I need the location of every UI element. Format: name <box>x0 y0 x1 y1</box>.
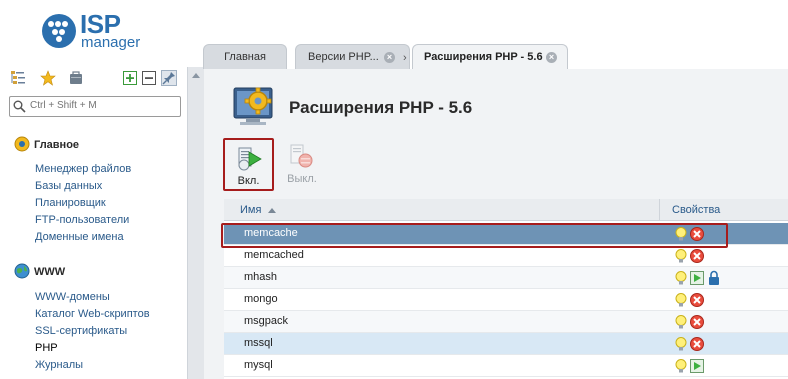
tab-php-versions[interactable]: Версии PHP... × <box>295 44 410 69</box>
disable-button-label: Выкл. <box>287 173 317 185</box>
column-divider[interactable] <box>659 199 660 220</box>
ispmanager-logo[interactable]: ISP manager <box>41 11 161 55</box>
tab-label: Версии PHP... <box>308 51 379 63</box>
home-group-icon <box>14 136 30 152</box>
search-icon <box>13 100 26 113</box>
sidebar-item-php[interactable]: PHP <box>35 342 58 354</box>
extension-name: mssql <box>244 337 273 349</box>
page-title: Расширения PHP - 5.6 <box>289 98 473 117</box>
sidebar-toolbar <box>10 70 185 88</box>
bulb-icon <box>675 293 687 307</box>
tab-label: Главная <box>224 51 266 63</box>
nav-group-main[interactable]: Главное <box>34 139 79 151</box>
disabled-icon <box>690 249 704 263</box>
sidebar-item-file-manager[interactable]: Менеджер файлов <box>35 163 131 175</box>
disabled-icon <box>690 227 704 241</box>
bulb-icon <box>675 227 687 241</box>
briefcase-icon[interactable] <box>68 70 84 86</box>
star-icon[interactable] <box>40 70 56 86</box>
sidebar: ISP manager Ctrl + Shift + M Главное Мен… <box>0 0 187 379</box>
close-icon[interactable]: × <box>546 52 557 63</box>
disable-button[interactable]: Выкл. <box>280 141 324 189</box>
tab-home[interactable]: Главная <box>203 44 287 69</box>
sidebar-item-ftp-users[interactable]: FTP-пользователи <box>35 214 129 226</box>
extensions-table: Имя Свойства memcache memcached mhash mo… <box>224 199 788 379</box>
search-input[interactable] <box>30 98 175 113</box>
sidebar-item-ssl-certificates[interactable]: SSL-сертификаты <box>35 325 127 337</box>
table-row[interactable]: mssql <box>224 333 788 355</box>
extension-name: mysql <box>244 359 273 371</box>
table-row[interactable]: memcache <box>224 223 788 245</box>
disable-icon <box>290 144 313 168</box>
bulb-icon <box>675 359 687 373</box>
bulb-icon <box>675 315 687 329</box>
nav-group-www[interactable]: WWW <box>34 266 65 278</box>
sort-ascending-icon[interactable] <box>268 208 276 213</box>
bulb-icon <box>675 249 687 263</box>
tree-view-icon[interactable] <box>10 70 26 86</box>
collapse-all-icon[interactable] <box>141 70 157 86</box>
table-row[interactable]: mongo <box>224 289 788 311</box>
column-header-properties[interactable]: Свойства <box>672 199 720 220</box>
column-header-name[interactable]: Имя <box>240 199 261 220</box>
search-box[interactable] <box>9 96 181 117</box>
table-row[interactable]: memcached <box>224 245 788 267</box>
sidebar-item-logs[interactable]: Журналы <box>35 359 83 371</box>
sidebar-splitter[interactable] <box>187 67 205 379</box>
extension-name: memcache <box>244 227 298 239</box>
disabled-icon <box>690 337 704 351</box>
table-row[interactable]: mysql <box>224 355 788 377</box>
extension-name: msgpack <box>244 315 289 327</box>
pin-icon[interactable] <box>161 70 177 86</box>
logo-icon <box>42 14 76 48</box>
tab-bar: Главная Версии PHP... × › Расширения PHP… <box>203 44 788 69</box>
chevron-right-icon: › <box>403 52 407 64</box>
enable-button[interactable]: Вкл. <box>223 138 274 191</box>
disabled-icon <box>690 315 704 329</box>
enable-button-label: Вкл. <box>237 175 260 187</box>
extension-name: memcached <box>244 249 304 261</box>
enable-icon <box>238 147 262 171</box>
collapse-arrow-icon[interactable] <box>192 73 200 78</box>
logo-product: manager <box>81 34 141 51</box>
bulb-icon <box>675 337 687 351</box>
table-row[interactable]: msgpack <box>224 311 788 333</box>
disabled-icon <box>690 293 704 307</box>
lock-icon <box>709 270 719 285</box>
sidebar-item-databases[interactable]: Базы данных <box>35 180 102 192</box>
tab-label: Расширения PHP - 5.6 <box>424 51 543 63</box>
sidebar-item-www-domains[interactable]: WWW-домены <box>35 291 110 303</box>
enabled-icon <box>690 271 704 285</box>
tab-php-extensions[interactable]: Расширения PHP - 5.6 × <box>412 44 568 69</box>
close-icon[interactable]: × <box>384 52 395 63</box>
extension-name: mongo <box>244 293 278 305</box>
bulb-icon <box>675 271 687 285</box>
sidebar-item-scheduler[interactable]: Планировщик <box>35 197 106 209</box>
extension-name: mhash <box>244 271 278 283</box>
sidebar-item-web-scripts[interactable]: Каталог Web-скриптов <box>35 308 150 320</box>
enabled-icon <box>690 359 704 373</box>
sidebar-item-domain-names[interactable]: Доменные имена <box>35 231 124 243</box>
expand-all-icon[interactable] <box>122 70 138 86</box>
php-settings-icon <box>233 87 273 125</box>
table-header: Имя Свойства <box>224 199 788 221</box>
table-row[interactable]: mhash <box>224 267 788 289</box>
globe-icon <box>14 263 30 279</box>
